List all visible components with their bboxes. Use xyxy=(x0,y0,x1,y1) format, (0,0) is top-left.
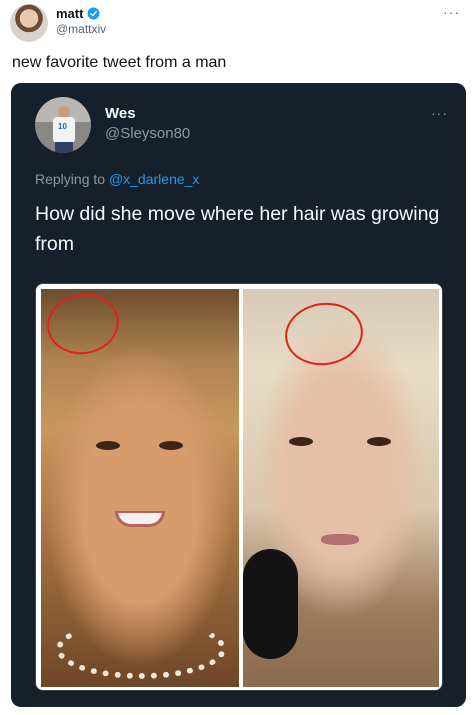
more-options-icon[interactable]: ··· xyxy=(431,105,448,121)
embedded-tweet-card[interactable]: 10 Wes @Sleyson80 ··· Replying to @x_dar… xyxy=(11,83,466,707)
red-circle-annotation xyxy=(42,289,124,360)
photo-left[interactable] xyxy=(41,289,239,687)
author-name[interactable]: Wes xyxy=(105,105,136,122)
replying-prefix: Replying to xyxy=(35,171,109,187)
author-handle[interactable]: @mattxiv xyxy=(56,22,106,36)
tweet-media[interactable] xyxy=(35,283,443,691)
author-handle[interactable]: @Sleyson80 xyxy=(105,125,190,142)
avatar[interactable] xyxy=(10,4,48,42)
avatar-jersey-number: 10 xyxy=(58,122,67,131)
mouth xyxy=(115,511,165,527)
avatar-pants xyxy=(55,142,73,153)
microphone xyxy=(243,549,298,659)
mouth xyxy=(321,534,359,545)
eye xyxy=(289,437,313,446)
tweet-text: How did she move where her hair was grow… xyxy=(35,203,440,255)
necklace xyxy=(56,619,226,679)
mention-link[interactable]: @x_darlene_x xyxy=(109,171,200,187)
author-name[interactable]: matt xyxy=(56,6,83,21)
avatar[interactable]: 10 xyxy=(35,97,91,153)
red-circle-annotation xyxy=(281,297,367,371)
replying-to: Replying to @x_darlene_x xyxy=(35,171,199,187)
outer-tweet-header: matt @mattxiv ··· xyxy=(6,4,468,44)
tweet-text: new favorite tweet from a man xyxy=(12,54,227,71)
eye xyxy=(367,437,391,446)
verified-badge-icon xyxy=(87,7,100,20)
photo-right[interactable] xyxy=(243,289,439,687)
eye xyxy=(96,441,120,450)
more-options-icon[interactable]: ··· xyxy=(443,4,460,20)
author-name-row: matt xyxy=(56,6,100,21)
eye xyxy=(159,441,183,450)
